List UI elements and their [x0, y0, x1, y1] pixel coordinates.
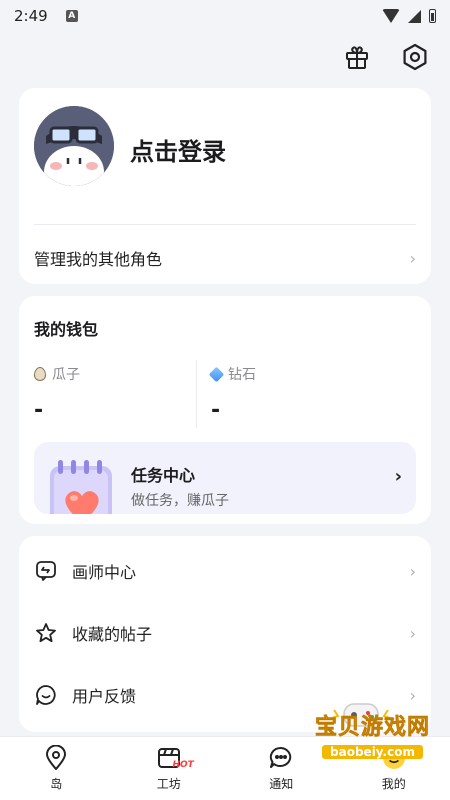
artist-icon: [34, 559, 58, 583]
tab-workshop[interactable]: HOT 工坊: [113, 737, 226, 800]
menu-item-artist-center[interactable]: 画师中心 ›: [34, 540, 416, 602]
tab-label: 工坊: [156, 777, 181, 791]
profile-icon: [382, 747, 405, 769]
battery-icon: [429, 9, 436, 23]
diamond-icon: [208, 366, 225, 382]
chevron-right-icon: ›: [409, 561, 416, 581]
status-time: 2:49: [14, 7, 48, 25]
avatar[interactable]: [34, 106, 114, 186]
manage-roles-label: 管理我的其他角色: [34, 250, 163, 269]
menu-card: 画师中心 › 收藏的帖子 › 用户反馈 ›: [19, 536, 431, 732]
gift-icon[interactable]: [342, 42, 372, 72]
task-calendar-heart-icon: [50, 460, 112, 514]
diamonds-balance[interactable]: 钻石 -: [208, 364, 256, 423]
app-notification-icon: A: [65, 10, 78, 22]
menu-item-saved-posts[interactable]: 收藏的帖子 ›: [34, 602, 416, 664]
divider: [34, 224, 416, 225]
tab-notifications[interactable]: 通知: [225, 737, 338, 800]
wifi-icon: [382, 9, 400, 23]
task-center-title: 任务中心: [131, 466, 196, 485]
task-center-subtitle: 做任务，赚瓜子: [131, 493, 229, 509]
divider: [196, 360, 197, 428]
menu-item-label: 画师中心: [72, 563, 137, 582]
login-button[interactable]: 点击登录: [130, 132, 226, 167]
chevron-right-icon: ›: [409, 685, 416, 705]
star-icon: [34, 621, 58, 645]
island-icon: [46, 745, 67, 770]
settings-icon[interactable]: [400, 42, 430, 72]
tab-label: 通知: [269, 777, 294, 791]
chevron-right-icon: ›: [409, 623, 416, 643]
seeds-value: -: [34, 398, 44, 423]
tab-profile[interactable]: 我的: [338, 737, 450, 800]
tab-island[interactable]: 岛: [0, 737, 113, 800]
chevron-right-icon: ›: [394, 466, 402, 487]
menu-item-label: 用户反馈: [72, 687, 137, 706]
chevron-right-icon: ›: [409, 248, 416, 268]
bottom-tab-bar: 岛 HOT 工坊 通知 我的: [0, 736, 450, 800]
notification-icon: [270, 746, 292, 768]
hot-badge: HOT: [172, 760, 194, 770]
status-bar: 2:49 A: [0, 0, 450, 32]
wallet-card: 我的钱包 瓜子 - 钻石 - 任务中心 做任务，赚瓜子 ›: [19, 296, 431, 524]
top-actions: [342, 42, 430, 72]
tab-label: 我的: [381, 777, 406, 791]
wallet-title: 我的钱包: [34, 320, 99, 339]
feedback-icon: [34, 683, 58, 707]
signal-icon: [408, 9, 421, 23]
seeds-balance[interactable]: 瓜子 -: [34, 364, 80, 423]
task-center-banner[interactable]: 任务中心 做任务，赚瓜子 ›: [34, 442, 416, 514]
profile-card: 点击登录 管理我的其他角色 ›: [19, 88, 431, 284]
status-indicators: [382, 9, 436, 23]
menu-item-label: 收藏的帖子: [72, 625, 153, 644]
seed-icon: [34, 367, 46, 381]
diamonds-label: 钻石: [228, 367, 256, 383]
manage-roles-row[interactable]: 管理我的其他角色 ›: [34, 243, 416, 273]
menu-item-feedback[interactable]: 用户反馈 ›: [34, 664, 416, 726]
tab-label: 岛: [50, 777, 63, 791]
seeds-label: 瓜子: [52, 367, 80, 383]
diamonds-value: -: [211, 398, 221, 423]
